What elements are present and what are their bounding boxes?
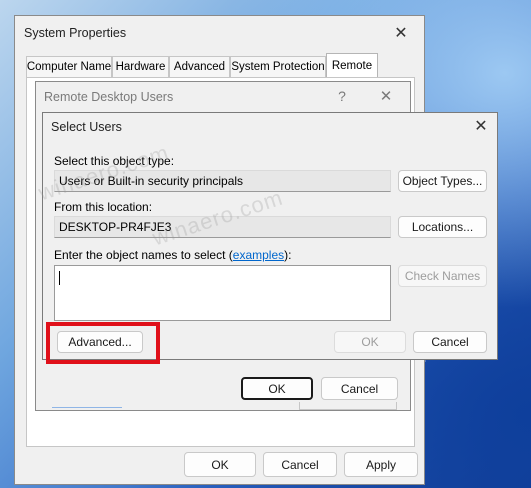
object-names-label: Enter the object names to select (exampl… [54,248,292,262]
close-icon[interactable]: ✕ [471,117,491,135]
cancel-button[interactable]: Cancel [263,452,337,477]
tab-advanced[interactable]: Advanced [169,56,230,77]
ok-button[interactable]: OK [184,452,256,477]
object-names-input[interactable] [54,265,391,321]
window-title: System Properties [24,26,127,40]
check-names-button[interactable]: Check Names [398,265,487,287]
examples-link[interactable]: examples [233,248,284,262]
text-cursor [59,271,60,285]
help-icon[interactable]: ? [333,87,351,105]
object-type-field: Users or Built-in security principals [54,170,391,192]
cancel-button[interactable]: Cancel [321,377,398,400]
apply-button[interactable]: Apply [344,452,418,477]
ok-button[interactable]: OK [334,331,406,353]
tab-hardware[interactable]: Hardware [112,56,169,77]
cancel-button[interactable]: Cancel [413,331,487,353]
tab-remote[interactable]: Remote [326,53,378,77]
hidden-link-fragment [52,400,122,408]
tab-system-protection[interactable]: System Protection [230,56,326,77]
object-type-value: Users or Built-in security principals [59,174,244,188]
tab-computer-name[interactable]: Computer Name [26,56,112,77]
object-types-button[interactable]: Object Types... [398,170,487,192]
locations-button[interactable]: Locations... [398,216,487,238]
highlight-box [46,322,160,364]
close-icon[interactable]: ✕ [390,24,412,42]
location-value: DESKTOP-PR4FJE3 [59,220,172,234]
location-field: DESKTOP-PR4FJE3 [54,216,391,238]
window-title: Remote Desktop Users [44,90,174,104]
object-type-label: Select this object type: [54,154,175,168]
close-icon[interactable]: ✕ [376,87,396,105]
partially-hidden-button [299,402,397,410]
ok-button[interactable]: OK [241,377,313,400]
location-label: From this location: [54,200,153,214]
dialog-title: Select Users [51,120,122,134]
